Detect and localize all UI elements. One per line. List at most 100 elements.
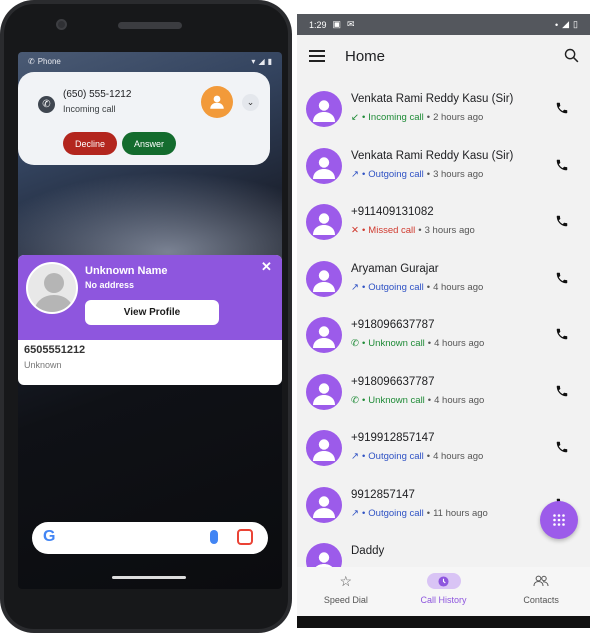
notification-subtitle: Incoming call bbox=[63, 104, 116, 114]
signal-icon: ◢ bbox=[258, 56, 265, 66]
call-row[interactable]: +919912857147 ↗ • Outgoing call • 4 hours ago bbox=[297, 418, 590, 474]
call-contact-name: Venkata Rami Reddy Kasu (Sir) bbox=[351, 149, 514, 162]
call-back-icon[interactable] bbox=[555, 384, 569, 398]
wifi-icon: ▾ bbox=[251, 56, 256, 66]
separator-dot: • bbox=[361, 338, 366, 349]
call-type: Incoming call bbox=[368, 112, 424, 123]
contacts-icon bbox=[533, 575, 549, 587]
call-direction-icon: ✆ bbox=[351, 338, 359, 349]
page-title: Home bbox=[345, 47, 386, 65]
call-back-icon[interactable] bbox=[555, 271, 569, 285]
call-type: Outgoing call bbox=[368, 168, 424, 180]
call-meta: ↗ • Outgoing call • 3 hours ago bbox=[351, 169, 483, 180]
call-direction-icon: ✆ bbox=[351, 394, 359, 406]
google-lens-icon[interactable] bbox=[237, 529, 253, 545]
call-direction-icon: ↗ bbox=[351, 451, 359, 462]
caller-address: No address bbox=[85, 280, 135, 290]
tab-speed-dial[interactable]: ☆ Speed Dial bbox=[297, 567, 395, 616]
menu-icon[interactable] bbox=[309, 50, 325, 62]
dialpad-icon bbox=[553, 514, 565, 526]
call-back-icon[interactable] bbox=[555, 440, 569, 454]
call-row[interactable]: Aryaman Gurajar ↗ • Outgoing call • 4 hours a… bbox=[297, 249, 590, 305]
app-dock bbox=[33, 463, 267, 499]
caller-name: Unknown Name bbox=[85, 265, 168, 277]
notification-number: (650) 555-1212 bbox=[63, 89, 132, 100]
call-meta: ↙ • Incoming call • 2 hours ago bbox=[351, 112, 483, 123]
call-contact-name: Daddy bbox=[351, 545, 385, 557]
view-profile-button[interactable]: View Profile bbox=[85, 300, 219, 325]
contact-avatar-icon bbox=[306, 91, 342, 127]
call-time: 4 hours ago bbox=[434, 394, 485, 406]
call-row[interactable]: Venkata Rami Reddy Kasu (Sir) ↙ • Incoming … bbox=[297, 79, 590, 135]
microphone-icon[interactable] bbox=[210, 530, 218, 544]
phone-mockup: ✆ Phone ▾ ◢ ▮ ✆ (650) 555-1212 Incoming … bbox=[0, 0, 292, 633]
tab-call-history[interactable]: Call History bbox=[395, 567, 493, 616]
google-logo: G bbox=[43, 528, 56, 545]
gesture-bar-area bbox=[297, 616, 590, 628]
call-contact-name: Aryaman Gurajar bbox=[351, 262, 439, 275]
call-contact-name: +918096637787 bbox=[351, 319, 435, 331]
separator-dot: • bbox=[361, 281, 366, 293]
contact-avatar-icon bbox=[306, 147, 342, 184]
call-time: 11 hours ago bbox=[433, 507, 488, 519]
caller-avatar-icon bbox=[201, 86, 233, 118]
battery-icon: ▮ bbox=[267, 56, 272, 66]
call-time: 4 hours ago bbox=[433, 281, 484, 293]
call-row[interactable]: Venkata Rami Reddy Kasu (Sir) ↗ • Outgoing … bbox=[297, 136, 590, 192]
separator-dot: • bbox=[361, 112, 366, 123]
chevron-down-icon[interactable]: ⌄ bbox=[242, 94, 259, 111]
call-meta: ↗ • Outgoing call • 11 hours ago bbox=[351, 508, 488, 519]
incoming-call-notification[interactable]: ✆ (650) 555-1212 Incoming call ⌄ Decline… bbox=[18, 72, 270, 165]
status-time: 1:29 bbox=[309, 19, 327, 30]
star-icon: ☆ bbox=[339, 572, 353, 589]
separator-dot: • bbox=[426, 507, 431, 519]
call-row[interactable]: +918096637787 ✆ • Unknown call • 4 hours ago bbox=[297, 305, 590, 361]
gesture-handle bbox=[112, 576, 186, 579]
call-contact-name: +919912857147 bbox=[351, 432, 435, 444]
call-contact-name: Venkata Rami Reddy Kasu (Sir) bbox=[351, 93, 514, 105]
call-time: 4 hours ago bbox=[434, 338, 485, 349]
call-direction-icon: ↙ bbox=[351, 112, 359, 123]
decline-button[interactable]: Decline bbox=[63, 132, 117, 155]
call-meta: ↗ • Outgoing call • 4 hours ago bbox=[351, 282, 483, 293]
earpiece-speaker bbox=[118, 22, 182, 29]
call-meta: ✆ • Unknown call • 4 hours ago bbox=[351, 395, 484, 406]
clock-icon bbox=[438, 575, 449, 587]
call-row[interactable]: +911409131082 ✕ • Missed call • 3 hours ago bbox=[297, 192, 590, 248]
call-contact-name: 9912857147 bbox=[351, 488, 415, 501]
contact-avatar-icon bbox=[306, 204, 342, 240]
contact-avatar-icon bbox=[306, 430, 342, 466]
call-time: 4 hours ago bbox=[433, 451, 484, 462]
call-row[interactable]: +918096637787 ✆ • Unknown call • 4 hours ago bbox=[297, 362, 590, 418]
left-status-bar: ✆ Phone ▾ ◢ ▮ bbox=[18, 52, 282, 70]
answer-button[interactable]: Answer bbox=[122, 132, 176, 155]
call-contact-name: +911409131082 bbox=[351, 206, 434, 218]
caller-id-card: Unknown Name No address View Profile ✕ 6… bbox=[18, 255, 282, 385]
separator-dot: • bbox=[426, 281, 431, 293]
call-row[interactable]: Daddy bbox=[297, 531, 590, 567]
call-history-list: Venkata Rami Reddy Kasu (Sir) ↙ • Incoming … bbox=[297, 77, 590, 567]
lock-screen: ✆ Phone ▾ ◢ ▮ ✆ (650) 555-1212 Incoming … bbox=[18, 52, 282, 589]
separator-dot: • bbox=[361, 394, 366, 406]
separator-dot: • bbox=[427, 338, 432, 349]
call-direction-icon: ✕ bbox=[351, 225, 359, 236]
phone-bezel: ✆ Phone ▾ ◢ ▮ ✆ (650) 555-1212 Incoming … bbox=[4, 4, 288, 629]
dialpad-fab[interactable] bbox=[540, 501, 578, 539]
google-search-bar[interactable]: G bbox=[32, 522, 268, 554]
notification-mail-icon: ✉ bbox=[347, 19, 355, 29]
notification-image-icon: ▣ bbox=[332, 19, 342, 29]
caller-photo-placeholder bbox=[26, 262, 78, 314]
call-back-icon[interactable] bbox=[555, 214, 569, 228]
call-back-icon[interactable] bbox=[555, 327, 569, 341]
tab-contacts[interactable]: Contacts bbox=[492, 567, 590, 616]
separator-dot: • bbox=[361, 168, 366, 180]
close-icon[interactable]: ✕ bbox=[261, 259, 272, 275]
separator-dot: • bbox=[426, 451, 431, 462]
separator-dot: • bbox=[361, 507, 366, 519]
call-back-icon[interactable] bbox=[555, 101, 569, 115]
signal-dot-icon: • bbox=[554, 19, 559, 30]
call-back-icon[interactable] bbox=[555, 158, 569, 172]
signal-icon: ◢ bbox=[562, 19, 570, 29]
search-icon[interactable] bbox=[563, 47, 580, 64]
right-status-bar: 1:29 ▣ ✉ • ◢ ▯ bbox=[297, 14, 590, 35]
